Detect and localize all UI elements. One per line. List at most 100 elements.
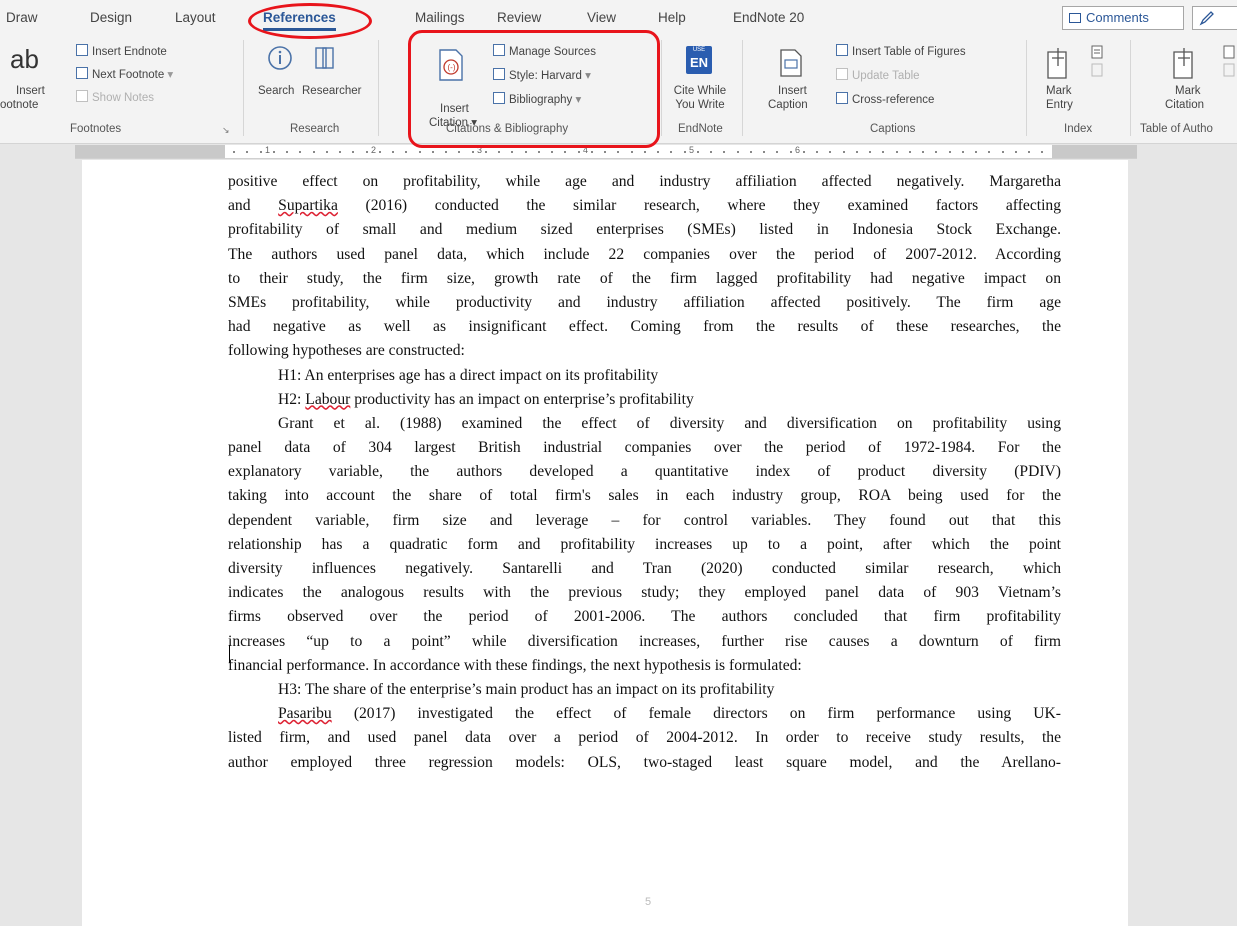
footnotes-group-label: Footnotes <box>70 123 122 135</box>
paragraph-line: positive effect on profitability, while … <box>228 173 1061 190</box>
show-notes-icon <box>76 90 88 102</box>
mark-citation-label-2: Citation <box>1165 99 1204 111</box>
tab-design[interactable]: Design <box>90 10 132 25</box>
spellcheck-word: Supartika <box>278 197 338 215</box>
ruler-number: 2 <box>371 145 377 155</box>
cross-reference-button[interactable]: Cross-reference <box>836 92 934 107</box>
mark-citation-label-1: Mark <box>1175 85 1201 97</box>
dialog-launcher-icon[interactable]: ↘ <box>222 123 230 137</box>
show-notes-button[interactable]: Show Notes <box>76 90 154 105</box>
paragraph-line: Grant et al. (1988) examined the effect … <box>278 414 1061 432</box>
tab-view[interactable]: View <box>587 10 616 25</box>
insert-endnote-label: Insert Endnote <box>92 46 167 58</box>
tab-layout[interactable]: Layout <box>175 10 216 25</box>
paragraph-line: diversity influences negatively. Santare… <box>228 560 1061 577</box>
paragraph-line: taking into account the share of total f… <box>228 487 1061 505</box>
tab-review[interactable]: Review <box>497 10 541 25</box>
next-footnote-button[interactable]: Next Footnote ▾ <box>76 67 173 82</box>
paragraph-line: dependent variable, firm size and levera… <box>228 511 1061 529</box>
ruler-number: 1 <box>265 145 271 155</box>
paragraph-line: increases “up to a point” while diversif… <box>228 632 1061 650</box>
cross-reference-icon <box>836 92 848 104</box>
paragraph-line: H3: The share of the enterprise’s main p… <box>278 680 775 698</box>
tab-endnote[interactable]: EndNote 20 <box>733 10 804 25</box>
table-of-figures-icon <box>836 44 848 56</box>
insert-endnote-button[interactable]: Insert Endnote <box>76 44 167 59</box>
paragraph-line: and Supartika (2016) conducted the simil… <box>228 197 1061 215</box>
paragraph-line: panel data of 304 largest British indust… <box>228 439 1061 457</box>
update-table-label: Update Table <box>852 70 920 82</box>
index-small-icons[interactable] <box>1090 44 1106 78</box>
update-table-icon <box>836 68 848 80</box>
paragraph-line: explanatory variable, the authors develo… <box>228 463 1061 481</box>
mark-entry-label-1: Mark <box>1046 85 1072 97</box>
document-body[interactable]: positive effect on profitability, while … <box>228 170 1061 775</box>
index-group-label: Index <box>1064 123 1093 135</box>
paragraph-line: Pasaribu (2017) investigated the effect … <box>278 705 1061 723</box>
tab-help[interactable]: Help <box>658 10 686 25</box>
page-number: 5 <box>645 896 652 908</box>
mark-entry-icon <box>1047 48 1067 79</box>
footnote-ab-icon: ab <box>10 44 39 74</box>
editing-button[interactable] <box>1192 6 1237 30</box>
paragraph-line: indicates the analogous results with the… <box>228 584 1061 602</box>
paragraph-line: had negative as well as insignificant ef… <box>228 318 1061 336</box>
researcher-label: Researcher <box>302 85 362 97</box>
spellcheck-word: Labour <box>305 390 351 408</box>
show-notes-label: Show Notes <box>92 92 155 104</box>
endnote-icon <box>76 44 88 56</box>
paragraph-line: profitability of small and medium sized … <box>228 221 1061 239</box>
annotation-box-citations <box>408 30 660 148</box>
endnote-logo-icon: USE EN <box>686 46 712 74</box>
researcher-icon <box>315 47 334 69</box>
paragraph-line: to their study, the firm size, growth ra… <box>228 269 1061 287</box>
paragraph-line: relationship has a quadratic form and pr… <box>228 535 1061 553</box>
comments-button[interactable]: Comments <box>1062 6 1184 30</box>
next-footnote-label: Next Footnote <box>92 69 165 81</box>
insert-footnote-label-1: Insert <box>16 85 45 97</box>
insert-caption-label-2: Caption <box>768 99 808 111</box>
cite-while-label-2: You Write <box>675 99 725 111</box>
info-search-icon <box>268 46 292 70</box>
ruler-number: 6 <box>795 145 801 155</box>
pen-icon <box>1199 11 1214 26</box>
next-footnote-icon <box>76 67 88 79</box>
group-separator <box>1130 40 1131 136</box>
comments-label: Comments <box>1086 10 1149 25</box>
paragraph-line: author employed three regression models:… <box>228 753 1061 771</box>
insert-footnote-label-2: ootnote <box>0 99 39 111</box>
insert-caption-label-1: Insert <box>778 85 807 97</box>
research-group-label: Research <box>290 123 340 135</box>
group-separator <box>243 40 244 136</box>
authorities-small-icons[interactable] <box>1222 44 1236 78</box>
group-separator <box>1026 40 1027 136</box>
ruler-left-margin <box>75 145 225 158</box>
insert-table-of-figures-label: Insert Table of Figures <box>852 46 966 58</box>
captions-group-label: Captions <box>870 123 916 135</box>
endnote-group-label: EndNote <box>678 123 723 135</box>
paragraph-line: H1: An enterprises age has a direct impa… <box>278 366 659 384</box>
annotation-circle-references <box>248 3 372 39</box>
group-separator <box>661 40 662 136</box>
group-separator <box>742 40 743 136</box>
paragraph-line: following hypotheses are constructed: <box>228 342 465 360</box>
tab-mailings[interactable]: Mailings <box>415 10 465 25</box>
ruler-right-margin <box>1052 145 1137 158</box>
update-table-button[interactable]: Update Table <box>836 68 920 83</box>
paragraph-line: H2: Labour productivity has an impact on… <box>278 390 694 408</box>
insert-caption-icon <box>780 49 802 77</box>
cite-while-label-1: Cite While <box>673 85 727 97</box>
mark-citation-icon <box>1173 48 1193 79</box>
tab-draw[interactable]: Draw <box>6 10 38 25</box>
mark-entry-label-2: Entry <box>1046 99 1073 111</box>
paragraph-line: listed firm, and used panel data over a … <box>228 729 1061 747</box>
authorities-group-label: Table of Autho <box>1140 123 1213 135</box>
comment-icon <box>1069 13 1081 23</box>
cross-reference-label: Cross-reference <box>852 94 935 106</box>
paragraph-line: financial performance. In accordance wit… <box>228 656 802 674</box>
group-separator <box>378 40 379 136</box>
ruler-number: 5 <box>689 145 695 155</box>
ribbon-tab-bar: Draw Design Layout References Mailings R… <box>0 0 1237 34</box>
insert-table-of-figures-button[interactable]: Insert Table of Figures <box>836 44 966 59</box>
paragraph-line: firms observed over the period of 2001-2… <box>228 608 1061 626</box>
